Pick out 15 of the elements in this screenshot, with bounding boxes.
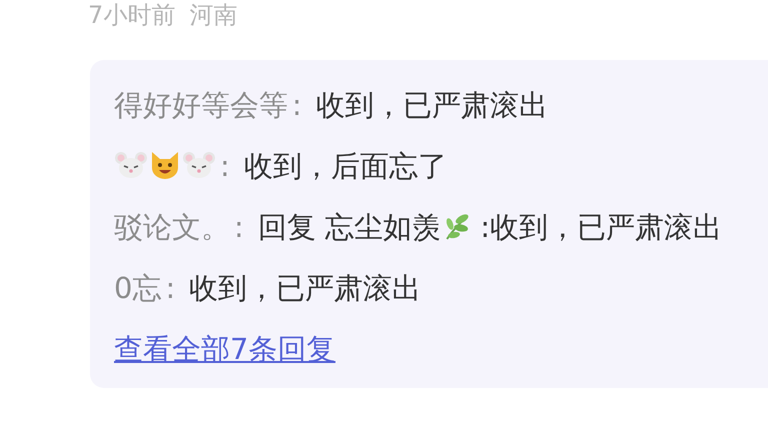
reply-separator: : bbox=[234, 210, 244, 244]
post-location: 河南 bbox=[189, 1, 238, 29]
reply-text: 收到，已严肃滚出 bbox=[316, 88, 548, 122]
reply-author[interactable]: 0忘 bbox=[114, 271, 162, 305]
reply-separator: : bbox=[220, 149, 230, 183]
mouse-face-icon bbox=[114, 150, 148, 180]
reply-author[interactable]: 得好好等会等 bbox=[114, 88, 288, 122]
reply-separator: : bbox=[292, 88, 302, 122]
reply-text: 回复 忘尘如羡 :收到，已严肃滚出 bbox=[258, 210, 722, 244]
post-time: 7小时前 bbox=[88, 1, 176, 29]
mouse-face-icon bbox=[182, 150, 216, 180]
reply-separator: : bbox=[165, 271, 176, 305]
reply-author[interactable]: 驳论文。 bbox=[114, 210, 230, 244]
reply-text: 收到，已严肃滚出 bbox=[189, 271, 422, 305]
reply-text: 收到，后面忘了 bbox=[244, 149, 447, 183]
